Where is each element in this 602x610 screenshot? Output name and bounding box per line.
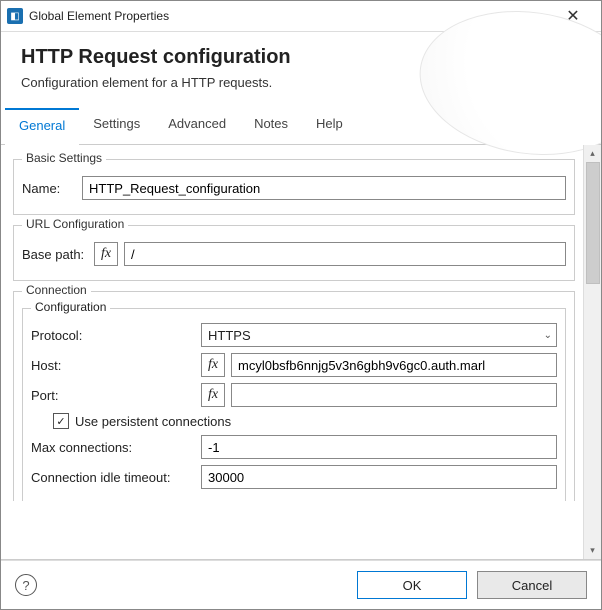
vertical-scrollbar[interactable]: ▴ ▾ <box>583 145 601 559</box>
chevron-down-icon: ⌄ <box>544 330 552 341</box>
tab-notes[interactable]: Notes <box>240 108 302 144</box>
persistent-checkbox[interactable]: ✓ <box>53 413 69 429</box>
tab-content: Basic Settings Name: URL Configuration B… <box>1 145 583 559</box>
tab-general[interactable]: General <box>5 108 79 145</box>
group-label: Basic Settings <box>22 151 106 165</box>
protocol-value: HTTPS <box>208 328 251 343</box>
scroll-up-icon[interactable]: ▴ <box>584 145 601 162</box>
group-label: Connection <box>22 283 91 297</box>
name-input[interactable] <box>82 176 566 200</box>
maxconn-input[interactable] <box>201 435 557 459</box>
app-icon: ◧ <box>7 8 23 24</box>
basepath-input[interactable] <box>124 242 566 266</box>
tab-bar: General Settings Advanced Notes Help <box>1 108 601 145</box>
tab-help[interactable]: Help <box>302 108 357 144</box>
host-label: Host: <box>31 358 201 373</box>
page-description: Configuration element for a HTTP request… <box>21 75 581 90</box>
titlebar: ◧ Global Element Properties ✕ <box>1 1 601 32</box>
idle-input[interactable] <box>201 465 557 489</box>
page-title: HTTP Request configuration <box>21 46 581 69</box>
fx-icon[interactable]: fx <box>201 353 225 377</box>
cancel-button[interactable]: Cancel <box>477 571 587 599</box>
group-basic-settings: Basic Settings Name: <box>13 159 575 215</box>
group-configuration: Configuration Protocol: HTTPS ⌄ Host: fx <box>22 308 566 501</box>
fx-icon[interactable]: fx <box>94 242 118 266</box>
window-title: Global Element Properties <box>29 9 553 23</box>
group-connection: Connection Configuration Protocol: HTTPS… <box>13 291 575 501</box>
scroll-thumb[interactable] <box>586 162 600 284</box>
group-label: URL Configuration <box>22 217 128 231</box>
header: HTTP Request configuration Configuration… <box>1 32 601 100</box>
host-input[interactable] <box>231 353 557 377</box>
port-input[interactable] <box>231 383 557 407</box>
port-label: Port: <box>31 388 201 403</box>
check-icon: ✓ <box>56 415 65 428</box>
basepath-label: Base path: <box>22 247 94 262</box>
footer: ? OK Cancel <box>1 560 601 609</box>
maxconn-label: Max connections: <box>31 440 201 455</box>
help-icon[interactable]: ? <box>15 574 37 596</box>
tab-settings[interactable]: Settings <box>79 108 154 144</box>
name-label: Name: <box>22 181 82 196</box>
fx-icon[interactable]: fx <box>201 383 225 407</box>
ok-button[interactable]: OK <box>357 571 467 599</box>
group-url-configuration: URL Configuration Base path: fx <box>13 225 575 281</box>
idle-label: Connection idle timeout: <box>31 470 201 485</box>
scroll-down-icon[interactable]: ▾ <box>584 542 601 559</box>
persistent-label: Use persistent connections <box>75 414 231 429</box>
tab-advanced[interactable]: Advanced <box>154 108 240 144</box>
protocol-label: Protocol: <box>31 328 201 343</box>
dialog-window: ◧ Global Element Properties ✕ HTTP Reque… <box>0 0 602 610</box>
protocol-select[interactable]: HTTPS ⌄ <box>201 323 557 347</box>
group-label: Configuration <box>31 300 110 314</box>
close-icon[interactable]: ✕ <box>553 6 593 26</box>
